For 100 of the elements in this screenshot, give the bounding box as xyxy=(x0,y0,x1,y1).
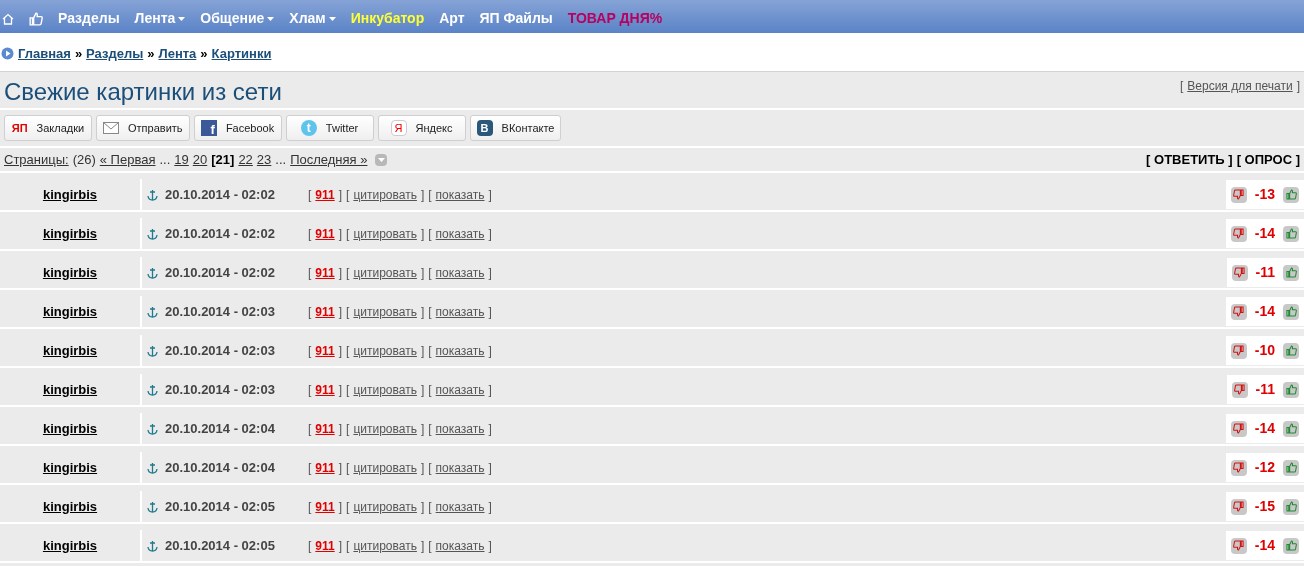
quote-link[interactable]: цитировать xyxy=(353,341,417,360)
anchor-icon[interactable] xyxy=(147,500,158,513)
thumbs-up-icon[interactable] xyxy=(1283,381,1299,398)
thumbs-up-icon[interactable] xyxy=(1283,303,1299,320)
number-link[interactable]: 911 xyxy=(315,497,335,516)
bracket: ] xyxy=(338,264,343,282)
anchor-icon[interactable] xyxy=(147,422,158,435)
number-link[interactable]: 911 xyxy=(315,536,335,555)
thumbs-up-icon[interactable] xyxy=(1283,420,1299,437)
number-link[interactable]: 911 xyxy=(315,224,335,243)
quote-link[interactable]: цитировать xyxy=(353,224,417,243)
author-link[interactable]: kingirbis xyxy=(42,340,98,361)
page-link[interactable]: 20 xyxy=(192,149,208,170)
bracket: ] xyxy=(488,303,492,321)
number-link[interactable]: 911 xyxy=(315,341,335,360)
quote-link[interactable]: цитировать xyxy=(353,185,417,204)
show-link[interactable]: показать xyxy=(435,224,485,243)
anchor-icon[interactable] xyxy=(147,383,158,396)
anchor-icon[interactable] xyxy=(147,266,158,279)
thumbs-down-icon[interactable] xyxy=(1230,459,1247,476)
author-link[interactable]: kingirbis xyxy=(42,184,98,205)
author-link[interactable]: kingirbis xyxy=(42,262,98,283)
thumbs-down-icon[interactable] xyxy=(1230,303,1247,320)
pages-label[interactable]: Страницы: xyxy=(4,149,69,170)
thumbs-down-icon[interactable] xyxy=(1230,420,1247,437)
number-link[interactable]: 911 xyxy=(315,263,335,282)
thumbs-down-icon[interactable] xyxy=(1230,186,1247,203)
thumbs-down-icon[interactable] xyxy=(1230,342,1247,359)
share-button[interactable]: B ВКонтакте xyxy=(469,115,562,141)
number-link[interactable]: 911 xyxy=(315,185,335,204)
quote-link[interactable]: цитировать xyxy=(353,263,417,282)
last-page-link[interactable]: Последняя » xyxy=(290,149,368,170)
thumbs-down-icon[interactable] xyxy=(1230,537,1247,554)
show-link[interactable]: показать xyxy=(435,380,485,399)
thumbs-down-icon[interactable] xyxy=(1230,498,1247,515)
show-link[interactable]: показать xyxy=(435,263,485,282)
page-link[interactable]: 23 xyxy=(256,149,272,170)
thumbs-up-icon[interactable] xyxy=(1283,225,1299,242)
thumbs-up-icon[interactable] xyxy=(1283,459,1299,476)
author-link[interactable]: kingirbis xyxy=(42,418,98,439)
bracket: [ xyxy=(346,225,350,243)
breadcrumb-link[interactable]: Картинки xyxy=(211,43,272,64)
page-link[interactable]: [21] xyxy=(211,149,235,170)
bracket: ] xyxy=(338,186,343,204)
thumbs-up-icon[interactable] xyxy=(1283,498,1299,515)
share-button[interactable]: t Twitter xyxy=(285,115,374,141)
show-link[interactable]: показать xyxy=(435,419,485,438)
anchor-icon[interactable] xyxy=(147,305,158,318)
anchor-icon[interactable] xyxy=(147,188,158,201)
thumbs-up-icon[interactable] xyxy=(1283,264,1299,281)
share-button[interactable]: ЯП Закладки xyxy=(4,115,92,141)
quote-link[interactable]: цитировать xyxy=(353,302,417,321)
bracket: ] xyxy=(420,186,425,204)
author-link[interactable]: kingirbis xyxy=(42,496,98,517)
number-link[interactable]: 911 xyxy=(315,380,335,399)
quote-link[interactable]: цитировать xyxy=(353,380,417,399)
share-button[interactable]: Я Яндекс xyxy=(377,115,466,141)
show-link[interactable]: показать xyxy=(435,458,485,477)
show-link[interactable]: показать xyxy=(435,185,485,204)
show-link[interactable]: показать xyxy=(435,341,485,360)
action-link[interactable]: [ ОПРОС ] xyxy=(1236,149,1300,170)
number-link[interactable]: 911 xyxy=(315,302,335,321)
author-link[interactable]: kingirbis xyxy=(42,379,98,400)
thumbs-down-icon[interactable] xyxy=(1231,264,1248,281)
number-link[interactable]: 911 xyxy=(315,419,335,438)
anchor-icon[interactable] xyxy=(147,539,158,552)
anchor-icon[interactable] xyxy=(147,344,158,357)
envelope-icon xyxy=(103,122,119,134)
author-link[interactable]: kingirbis xyxy=(42,301,98,322)
anchor-icon[interactable] xyxy=(147,227,158,240)
show-link[interactable]: показать xyxy=(435,497,485,516)
thumbs-up-icon[interactable] xyxy=(1283,342,1299,359)
action-link[interactable]: [ ОТВЕТИТЬ ] xyxy=(1146,149,1233,170)
quote-link[interactable]: цитировать xyxy=(353,497,417,516)
breadcrumb-link[interactable]: Разделы xyxy=(86,43,144,64)
first-page-link[interactable]: « Первая xyxy=(99,149,156,170)
author-link[interactable]: kingirbis xyxy=(42,535,98,556)
show-link[interactable]: показать xyxy=(435,302,485,321)
thumbs-down-icon[interactable] xyxy=(1230,225,1247,242)
bird-icon: t xyxy=(300,120,317,136)
breadcrumb-link[interactable]: Лента xyxy=(158,43,197,64)
print-link[interactable]: Версия для печати xyxy=(1187,77,1293,95)
show-link[interactable]: показать xyxy=(435,536,485,555)
page-link[interactable]: 19 xyxy=(174,149,189,170)
number-link[interactable]: 911 xyxy=(315,458,335,477)
quote-link[interactable]: цитировать xyxy=(353,458,417,477)
author-link[interactable]: kingirbis xyxy=(42,457,98,478)
thumbs-down-icon[interactable] xyxy=(1231,381,1248,398)
share-button[interactable]: f Facebook xyxy=(193,115,282,141)
author-link[interactable]: kingirbis xyxy=(42,223,98,244)
home-icon[interactable] xyxy=(2,12,14,25)
thumbs-up-icon[interactable] xyxy=(1283,186,1299,203)
quote-link[interactable]: цитировать xyxy=(353,419,417,438)
anchor-icon[interactable] xyxy=(147,461,158,474)
share-button[interactable]: Отправить xyxy=(96,115,190,141)
thumbs-up-icon[interactable] xyxy=(1283,537,1299,554)
page-link[interactable]: 22 xyxy=(238,149,253,170)
quote-link[interactable]: цитировать xyxy=(353,536,417,555)
breadcrumb-link[interactable]: Главная xyxy=(18,43,71,64)
thumbs-up-icon[interactable] xyxy=(29,11,43,26)
